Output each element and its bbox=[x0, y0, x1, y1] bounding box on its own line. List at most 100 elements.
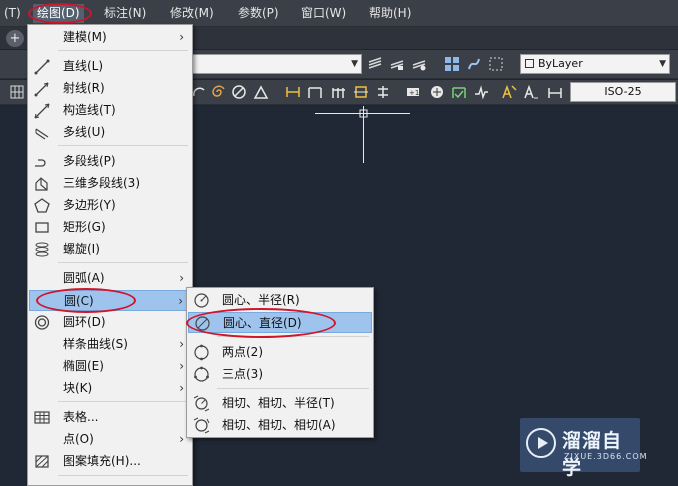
dim-baseline-icon[interactable] bbox=[330, 83, 348, 101]
dim-style-manager-icon[interactable] bbox=[546, 83, 564, 101]
menu-item-ellipse[interactable]: 椭圆(E) › bbox=[29, 356, 191, 377]
menu-item-label: 构造线(T) bbox=[63, 103, 116, 117]
submenu-arrow-icon: › bbox=[178, 294, 183, 308]
circle-center-diameter-icon bbox=[194, 315, 211, 332]
dim-space-icon[interactable] bbox=[374, 83, 392, 101]
dim-style-icon[interactable] bbox=[522, 83, 540, 101]
layer-state-icon[interactable] bbox=[388, 55, 406, 73]
submenu-item-center-radius[interactable]: 圆心、半径(R) bbox=[188, 290, 372, 311]
ungroup-icon[interactable] bbox=[465, 55, 483, 73]
dimstyle-dropdown-value: ISO-25 bbox=[604, 85, 642, 98]
submenu-arrow-icon: › bbox=[179, 271, 184, 285]
menu-item-line[interactable]: 直线(L) bbox=[29, 56, 191, 77]
menu-window[interactable]: 窗口(W) bbox=[297, 4, 350, 23]
submenu-arrow-icon: › bbox=[179, 30, 184, 44]
menu-item-helix[interactable]: 螺旋(I) bbox=[29, 239, 191, 260]
dim-continue-icon[interactable] bbox=[352, 83, 370, 101]
menu-item-hatch[interactable]: 图案填充(H)... bbox=[29, 451, 191, 472]
menu-item-label: 图案填充(H)... bbox=[63, 454, 141, 468]
menu-separator bbox=[58, 145, 188, 146]
menu-item-table[interactable]: 表格... bbox=[29, 407, 191, 428]
menu-item-mline[interactable]: 多线(U) bbox=[29, 122, 191, 143]
menu-item-label: 螺旋(I) bbox=[63, 242, 100, 256]
submenu-item-2point[interactable]: 两点(2) bbox=[188, 342, 372, 363]
menu-item-label: 表格... bbox=[63, 410, 99, 424]
submenu-arrow-icon: › bbox=[179, 337, 184, 351]
xline-icon bbox=[33, 102, 51, 119]
menu-item-label: 直线(L) bbox=[63, 59, 104, 73]
layer-dropdown[interactable]: ▼ bbox=[190, 54, 362, 74]
hatch-icon bbox=[33, 453, 51, 470]
menu-item-label: 椭圆(E) bbox=[63, 359, 104, 373]
color-dropdown-value: ByLayer bbox=[538, 57, 583, 70]
menu-separator bbox=[217, 388, 369, 389]
jogged-linear-icon[interactable] bbox=[472, 83, 490, 101]
submenu-item-label: 相切、相切、半径(T) bbox=[222, 396, 335, 410]
menu-separator bbox=[58, 262, 188, 263]
menu-item-polyline[interactable]: 多段线(P) bbox=[29, 151, 191, 172]
menu-item-3dpolyline[interactable]: 三维多段线(3) bbox=[29, 173, 191, 194]
menu-draw[interactable]: 绘图(D) bbox=[33, 4, 84, 23]
new-tab-button[interactable]: + bbox=[6, 30, 24, 47]
watermark-logo: 溜溜自学 ZIXUE.3D66.COM bbox=[520, 418, 647, 479]
submenu-item-label: 圆心、半径(R) bbox=[222, 293, 300, 307]
polyline-icon bbox=[33, 153, 51, 170]
submenu-item-tan-tan-radius[interactable]: 相切、相切、半径(T) bbox=[188, 393, 372, 414]
menu-item-label: 块(K) bbox=[63, 381, 93, 395]
menu-item-label: 三维多段线(3) bbox=[63, 176, 140, 190]
watermark-url: ZIXUE.3D66.COM bbox=[564, 452, 648, 461]
group-icon[interactable] bbox=[443, 55, 461, 73]
menu-help[interactable]: 帮助(H) bbox=[365, 4, 415, 23]
draw-menu: 建模(M) › 直线(L) 射线(R) 构造线(T) 多线(U) 多段线(P) … bbox=[27, 24, 193, 486]
circle-submenu: 圆心、半径(R) 圆心、直径(D) 两点(2) 三点(3) 相切、相切、半径(T… bbox=[186, 287, 374, 438]
layer-match-icon[interactable] bbox=[410, 55, 428, 73]
submenu-item-label: 相切、相切、相切(A) bbox=[222, 418, 336, 432]
menu-item-donut[interactable]: 圆环(D) bbox=[29, 312, 191, 333]
submenu-item-tan-tan-tan[interactable]: 相切、相切、相切(A) bbox=[188, 415, 372, 436]
submenu-item-label: 三点(3) bbox=[222, 367, 263, 381]
text-style-icon[interactable] bbox=[500, 83, 518, 101]
menu-item-rectangle[interactable]: 矩形(G) bbox=[29, 217, 191, 238]
menu-item-label: 圆环(D) bbox=[63, 315, 106, 329]
inspect-icon[interactable] bbox=[450, 83, 468, 101]
submenu-item-label: 两点(2) bbox=[222, 345, 263, 359]
select-group-icon[interactable] bbox=[487, 55, 505, 73]
menu-item-ray[interactable]: 射线(R) bbox=[29, 78, 191, 99]
menu-item-label: 圆弧(A) bbox=[63, 271, 105, 285]
polygon-icon bbox=[33, 197, 51, 214]
rectangle-icon bbox=[33, 219, 51, 236]
menu-item-block[interactable]: 块(K) › bbox=[29, 378, 191, 399]
submenu-item-3point[interactable]: 三点(3) bbox=[188, 364, 372, 385]
spiral-tool-icon[interactable] bbox=[208, 83, 226, 101]
color-dropdown[interactable]: ByLayer ▼ bbox=[520, 54, 670, 74]
submenu-item-center-diameter[interactable]: 圆心、直径(D) bbox=[188, 312, 372, 333]
menu-modify[interactable]: 修改(M) bbox=[166, 4, 218, 23]
menu-item-polygon[interactable]: 多边形(Y) bbox=[29, 195, 191, 216]
dim-linear-icon[interactable] bbox=[284, 83, 302, 101]
menu-tools[interactable]: (T) bbox=[0, 4, 25, 23]
layer-properties-icon[interactable] bbox=[366, 55, 384, 73]
menu-item-label: 射线(R) bbox=[63, 81, 105, 95]
circle-slash-icon[interactable] bbox=[230, 83, 248, 101]
svg-text:+1: +1 bbox=[409, 89, 419, 97]
menu-item-arc[interactable]: 圆弧(A) › bbox=[29, 268, 191, 289]
mline-icon bbox=[33, 124, 51, 141]
menu-dimension[interactable]: 标注(N) bbox=[100, 4, 150, 23]
menu-parametric[interactable]: 参数(P) bbox=[234, 4, 283, 23]
circle-ttr-icon bbox=[193, 395, 210, 412]
submenu-arrow-icon: › bbox=[179, 359, 184, 373]
menu-item-spline[interactable]: 样条曲线(S) › bbox=[29, 334, 191, 355]
submenu-item-label: 圆心、直径(D) bbox=[223, 316, 302, 330]
dim-break-icon[interactable]: +1 bbox=[404, 83, 422, 101]
menu-item-modeling[interactable]: 建模(M) › bbox=[29, 27, 191, 48]
menu-item-point[interactable]: 点(O) › bbox=[29, 429, 191, 450]
menu-item-xline[interactable]: 构造线(T) bbox=[29, 100, 191, 121]
circle-ttt-icon bbox=[193, 417, 210, 434]
menu-item-circle[interactable]: 圆(C) › bbox=[29, 290, 191, 311]
center-mark-icon[interactable] bbox=[428, 83, 446, 101]
angle-tool-icon[interactable] bbox=[252, 83, 270, 101]
grid-icon[interactable] bbox=[8, 83, 26, 101]
submenu-arrow-icon: › bbox=[179, 381, 184, 395]
dim-aligned-icon[interactable] bbox=[306, 83, 324, 101]
dimstyle-dropdown[interactable]: ISO-25 bbox=[570, 82, 676, 102]
